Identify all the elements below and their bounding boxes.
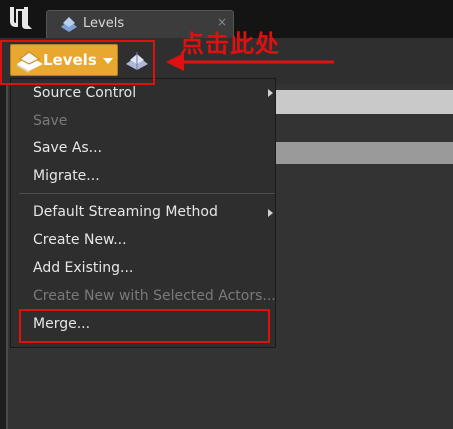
menu-item-create-new[interactable]: Create New... [33,232,127,248]
tab-label: Levels [83,16,125,31]
menu-separator [19,193,275,194]
panel-divider [6,84,8,429]
annotation-box-merge [19,309,270,343]
unreal-engine-logo-icon [10,7,32,29]
level-list-row-selected[interactable] [276,90,453,114]
menu-item-migrate[interactable]: Migrate... [33,168,100,184]
menu-item-save-as[interactable]: Save As... [33,140,102,156]
menu-item-create-new-with-selected-actors: Create New with Selected Actors... [33,288,276,304]
levels-icon [61,17,77,32]
chevron-right-icon [268,209,273,217]
menu-item-source-control[interactable]: Source Control [33,85,136,101]
menu-item-add-existing[interactable]: Add Existing... [33,260,133,276]
level-list-row[interactable] [276,142,453,164]
menu-item-default-streaming-method[interactable]: Default Streaming Method [33,204,218,220]
menu-item-save: Save [33,113,68,129]
annotation-box-levels-button [0,40,155,85]
chevron-right-icon [268,89,273,97]
levels-dropdown-menu: Source Control Save Save As... Migrate..… [10,78,276,348]
annotation-text: 点击此处 [180,30,280,58]
